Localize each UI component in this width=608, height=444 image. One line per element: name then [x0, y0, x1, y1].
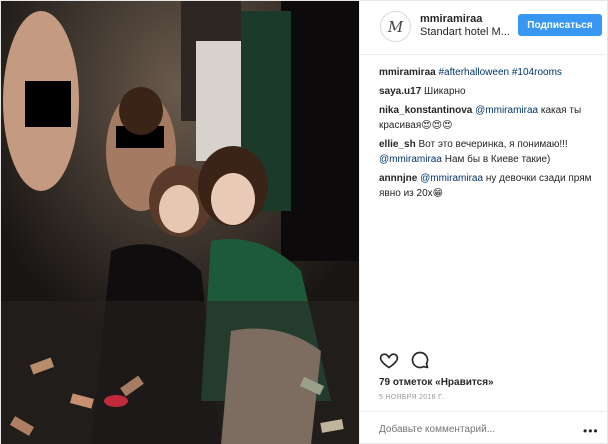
author-username[interactable]: mmiramiraa	[420, 13, 482, 25]
caption-text[interactable]: #afterhalloween #104rooms	[438, 67, 561, 78]
comment-text-fragment: Шикарно	[424, 86, 466, 97]
comment-username[interactable]: ellie_sh	[379, 139, 416, 150]
add-comment-input[interactable]	[379, 421, 569, 437]
comment-text-fragment: Нам бы в Киеве такие)	[441, 154, 551, 165]
mention-link[interactable]: @mmiramiraa	[379, 154, 442, 165]
party-photo-illustration	[1, 1, 359, 444]
instagram-post: M mmiramiraa Standart hotel M... Подписа…	[0, 0, 608, 444]
post-header: M mmiramiraa Standart hotel M... Подписа…	[360, 1, 608, 55]
comments-list: mmiramiraa #afterhalloween #104rooms say…	[379, 65, 605, 205]
comment-username[interactable]: saya.u17	[379, 86, 421, 97]
post-date[interactable]: 5 НОЯБРЯ 2016 Г.	[379, 394, 444, 401]
comment-item: saya.u17 Шикарно	[379, 84, 605, 99]
follow-button[interactable]: Подписаться	[518, 14, 602, 36]
comment-text-fragment: Вот это вечеринка, я понимаю!!!	[418, 139, 568, 150]
comment-text: Шикарно	[424, 86, 466, 97]
comment-username[interactable]: annnjne	[379, 173, 417, 184]
add-comment-bar: •••	[360, 411, 608, 444]
comment-item: nika_konstantinova @mmiramiraa какая ты …	[379, 103, 605, 133]
comment-bubble-icon[interactable]	[410, 350, 430, 370]
avatar[interactable]: M	[380, 11, 411, 42]
comment-item: annnjne @mmiramiraa ну девочки сзади пря…	[379, 171, 605, 201]
comment-username[interactable]: mmiramiraa	[379, 67, 436, 78]
post-actions	[360, 346, 608, 374]
more-options-icon[interactable]: •••	[583, 424, 599, 438]
post-location[interactable]: Standart hotel M...	[420, 26, 510, 38]
caption: mmiramiraa #afterhalloween #104rooms	[379, 65, 605, 80]
mention-link[interactable]: @mmiramiraa	[420, 173, 483, 184]
post-photo[interactable]	[1, 1, 359, 444]
comment-item: ellie_sh Вот это вечеринка, я понимаю!!!…	[379, 137, 605, 167]
likes-count[interactable]: 79 отметок «Нравится»	[379, 377, 494, 388]
comment-username[interactable]: nika_konstantinova	[379, 105, 472, 116]
mention-link[interactable]: @mmiramiraa	[475, 105, 538, 116]
post-sidebar: M mmiramiraa Standart hotel M... Подписа…	[359, 1, 608, 444]
heart-icon[interactable]	[379, 350, 399, 370]
